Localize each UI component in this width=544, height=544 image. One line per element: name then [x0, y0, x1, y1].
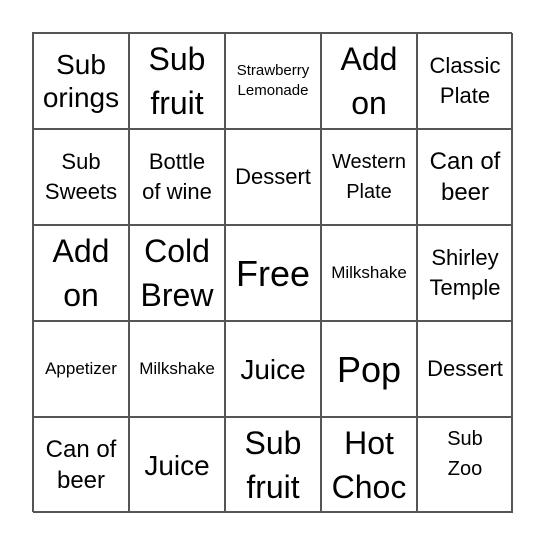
- bingo-cell[interactable]: Sub Sweets: [33, 129, 129, 225]
- bingo-cell[interactable]: Add on: [33, 225, 129, 321]
- cell-label: Sub fruit: [148, 41, 206, 121]
- bingo-cell[interactable]: Milkshake: [321, 225, 417, 321]
- bingo-cell[interactable]: Milkshake: [129, 321, 225, 417]
- cell-label: Add on: [340, 41, 398, 121]
- bingo-cell[interactable]: Sub orings: [33, 33, 129, 129]
- cell-label: Cold Brew: [140, 233, 214, 313]
- bingo-cell[interactable]: Sub fruit: [225, 417, 321, 513]
- bingo-cell[interactable]: Cold Brew: [129, 225, 225, 321]
- bingo-cell[interactable]: Sub fruit: [129, 33, 225, 129]
- cell-label: Milkshake: [139, 359, 215, 378]
- cell-label: Free: [235, 252, 311, 294]
- cell-label: Sub orings: [42, 49, 120, 113]
- bingo-cell[interactable]: Dessert: [417, 321, 513, 417]
- bingo-cell[interactable]: Dessert: [225, 129, 321, 225]
- bingo-cell[interactable]: Pop: [321, 321, 417, 417]
- cell-label: Bottle of wine: [142, 149, 212, 204]
- cell-label: Shirley Temple: [429, 245, 501, 300]
- bingo-cell[interactable]: Sub Zoo: [417, 417, 513, 513]
- cell-label: Pop: [336, 348, 402, 390]
- bingo-cell[interactable]: Strawberry Lemonade: [225, 33, 321, 129]
- cell-label: Dessert: [427, 356, 503, 381]
- cell-label: Milkshake: [331, 263, 407, 282]
- bingo-cell[interactable]: Classic Plate: [417, 33, 513, 129]
- free-space-cell[interactable]: Free: [225, 225, 321, 321]
- cell-label: Strawberry Lemonade: [236, 62, 310, 99]
- cell-label: Juice: [240, 353, 306, 385]
- bingo-cell[interactable]: Hot Choc: [321, 417, 417, 513]
- bingo-cell[interactable]: Appetizer: [33, 321, 129, 417]
- bingo-cell[interactable]: Shirley Temple: [417, 225, 513, 321]
- cell-label: Western Plate: [331, 151, 407, 203]
- cell-label: Can of beer: [429, 148, 501, 206]
- cell-label: Sub Sweets: [44, 149, 118, 204]
- cell-label: Sub Zoo: [447, 428, 483, 480]
- cell-label: Add on: [52, 233, 110, 313]
- bingo-cell[interactable]: Western Plate: [321, 129, 417, 225]
- bingo-board: Sub orings Sub fruit Strawberry Lemonade Ad…: [32, 32, 513, 513]
- cell-label: Hot Choc: [331, 425, 407, 505]
- cell-label: Juice: [144, 449, 210, 481]
- cell-label: Appetizer: [45, 359, 117, 378]
- bingo-cell[interactable]: Add on: [321, 33, 417, 129]
- bingo-cell[interactable]: Juice: [129, 417, 225, 513]
- bingo-cell[interactable]: Can of beer: [33, 417, 129, 513]
- cell-label: Classic Plate: [429, 53, 501, 108]
- bingo-cell[interactable]: Juice: [225, 321, 321, 417]
- cell-label: Dessert: [235, 164, 311, 189]
- cell-label: Sub fruit: [244, 425, 302, 505]
- bingo-cell[interactable]: Can of beer: [417, 129, 513, 225]
- bingo-cell[interactable]: Bottle of wine: [129, 129, 225, 225]
- cell-label: Can of beer: [45, 436, 117, 494]
